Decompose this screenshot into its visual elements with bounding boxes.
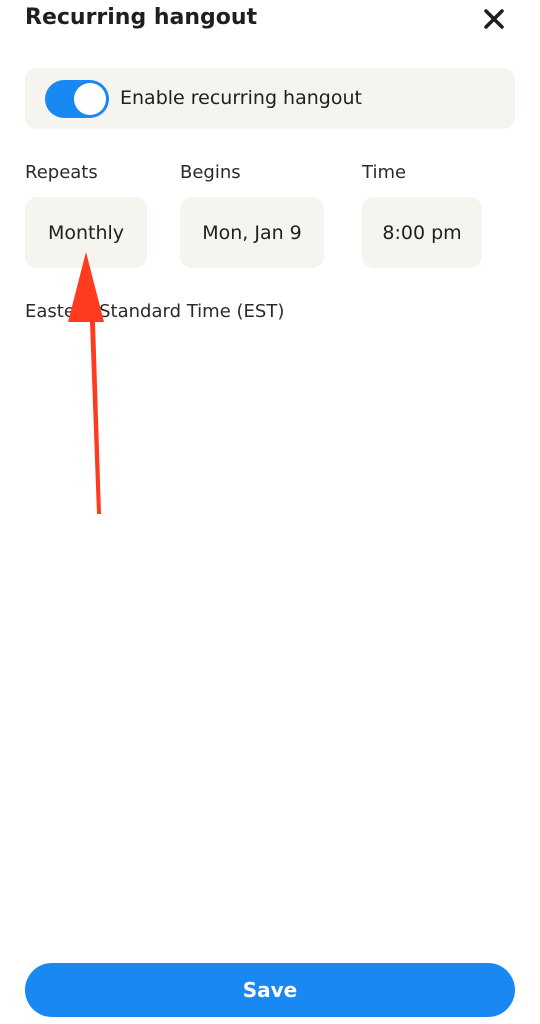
enable-recurring-label: Enable recurring hangout [120, 87, 362, 109]
time-selector[interactable]: 8:00 pm [362, 197, 482, 268]
begins-value: Mon, Jan 9 [202, 221, 302, 244]
recurring-hangout-sheet: Recurring hangout Enable recurring hango… [0, 0, 540, 1024]
repeats-selector[interactable]: Monthly [25, 197, 147, 268]
time-value: 8:00 pm [382, 221, 462, 244]
begins-date-selector[interactable]: Mon, Jan 9 [180, 197, 324, 268]
enable-recurring-card: Enable recurring hangout [25, 68, 515, 129]
time-label: Time [362, 162, 407, 183]
save-button[interactable]: Save [25, 963, 515, 1017]
close-button[interactable] [480, 5, 508, 33]
page-title: Recurring hangout [25, 5, 258, 30]
save-label: Save [242, 978, 298, 1002]
enable-recurring-toggle[interactable] [45, 80, 109, 118]
red-arrow-icon [68, 252, 104, 514]
toggle-knob [74, 83, 106, 115]
close-icon [484, 9, 504, 29]
timezone-text: Eastern Standard Time (EST) [25, 301, 285, 322]
repeats-value: Monthly [47, 221, 125, 244]
repeats-label: Repeats [25, 162, 98, 183]
begins-label: Begins [180, 162, 241, 183]
